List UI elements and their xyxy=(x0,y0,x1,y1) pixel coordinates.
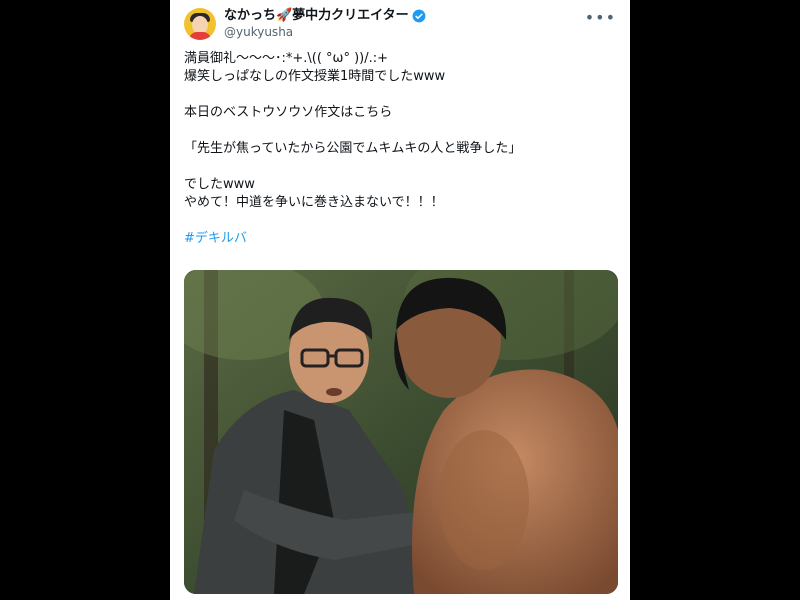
tweet-card: なかっち🚀夢中力クリエイター @yukyusha ••• 満員御礼〜〜〜･:*+… xyxy=(170,0,630,600)
hashtag-link[interactable]: #デキルバ xyxy=(184,230,616,248)
user-handle[interactable]: @yukyusha xyxy=(224,24,426,40)
display-name[interactable]: なかっち🚀夢中力クリエイター xyxy=(224,7,409,24)
author-info: なかっち🚀夢中力クリエイター @yukyusha xyxy=(224,7,426,40)
tweet-header: なかっち🚀夢中力クリエイター @yukyusha ••• xyxy=(184,6,616,42)
tweet-text: 満員御礼〜〜〜･:*+.\(( °ω° ))/.:+ 爆笑しっぱなしの作文授業1… xyxy=(184,50,616,248)
avatar-shirt xyxy=(189,32,211,40)
verified-badge-icon xyxy=(412,9,426,22)
tweet-line: 「先生が焦っていたから公園でムキムキの人と戦争した」 xyxy=(184,141,522,156)
tweet-line: でしたwww xyxy=(184,177,255,192)
tweet-line: やめて！中道を争いに巻き込まないで！！！ xyxy=(184,195,444,210)
tweet-line: 満員御礼〜〜〜･:*+.\(( °ω° ))/.:+ xyxy=(184,51,389,66)
more-dots-icon[interactable]: ••• xyxy=(585,8,616,27)
photo-illustration xyxy=(184,270,618,594)
tweet-line: 本日のベストウソウソ作文はこちら xyxy=(184,105,393,120)
tweet-line: 爆笑しっぱなしの作文授業1時間でしたwww xyxy=(184,69,446,84)
avatar[interactable] xyxy=(184,8,216,40)
tweet-image[interactable] xyxy=(184,270,618,594)
